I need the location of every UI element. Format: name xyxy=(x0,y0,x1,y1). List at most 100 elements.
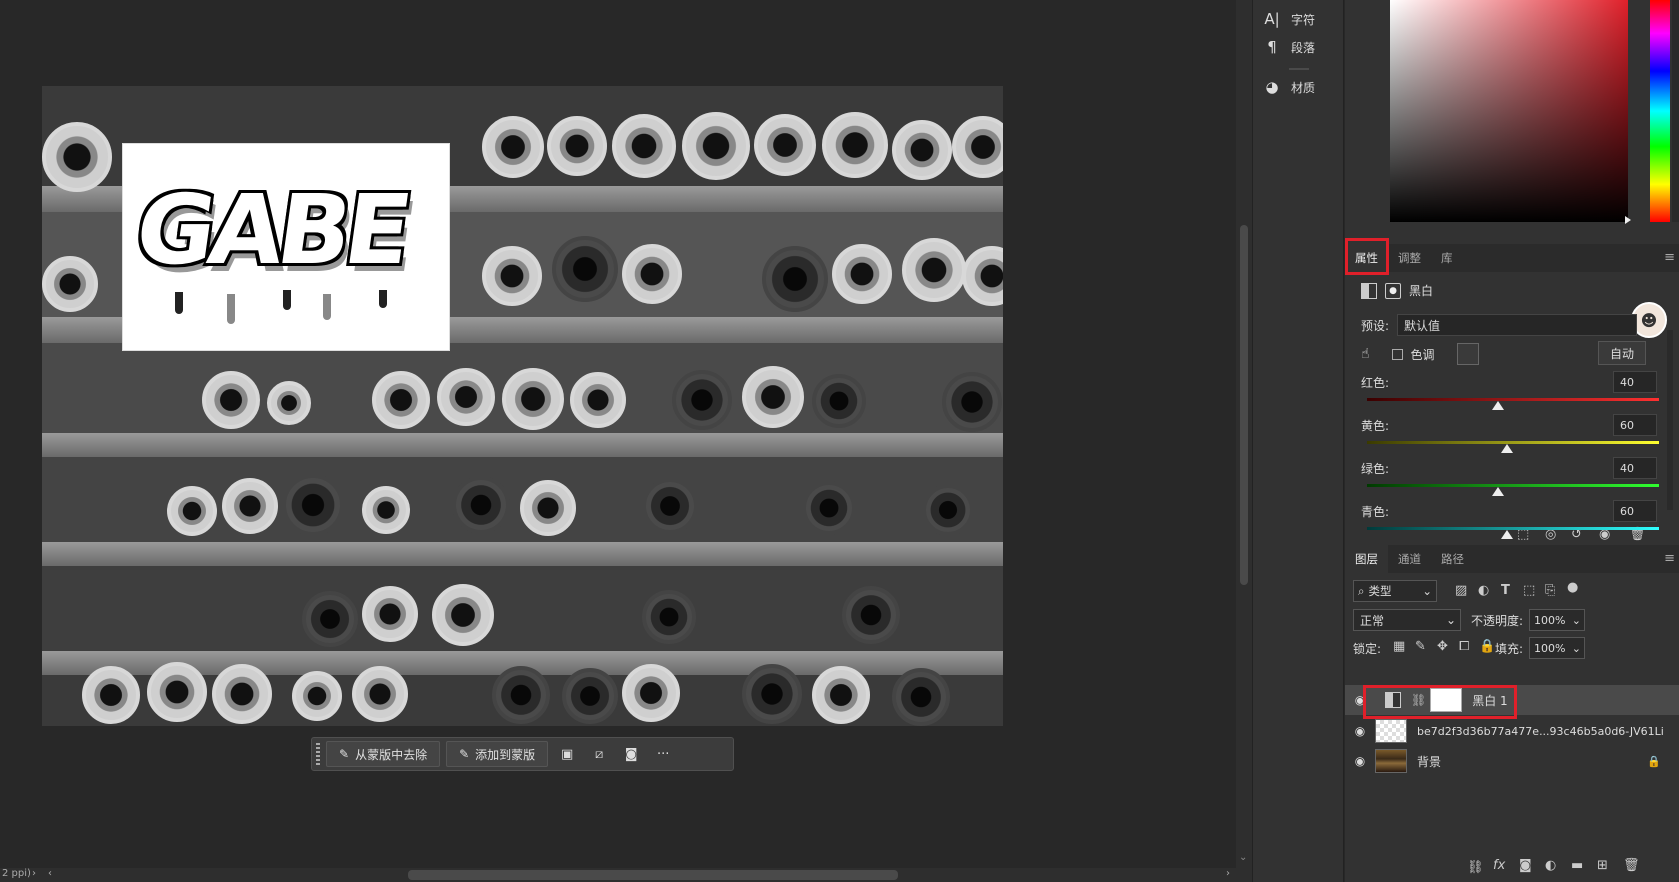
tab-paths[interactable]: 路径 xyxy=(1431,545,1474,573)
spool xyxy=(812,666,870,724)
delete-layer-icon[interactable]: 🗑 xyxy=(1623,858,1640,873)
tint-row: ☝ 色调 xyxy=(1361,343,1479,365)
layer-effects-icon[interactable]: fx xyxy=(1493,858,1505,873)
panel-dock: A| 字符 ¶ 段落 ◕ 材质 xyxy=(1252,0,1344,882)
status-arrow-icon[interactable]: › xyxy=(32,868,36,879)
slider-value-input[interactable]: 60 xyxy=(1613,500,1657,522)
spool xyxy=(222,478,278,534)
slider-thumb[interactable] xyxy=(1492,487,1505,496)
filter-pixel-icon[interactable]: ▨ xyxy=(1455,583,1467,598)
paragraph-icon: ¶ xyxy=(1267,38,1277,56)
spool xyxy=(802,481,856,535)
fill-input[interactable]: 100% ⌄ xyxy=(1529,637,1585,659)
opacity-input[interactable]: 100% ⌄ xyxy=(1529,609,1585,631)
mask-view-icon[interactable]: ◙ xyxy=(618,741,644,767)
tint-color-swatch[interactable] xyxy=(1456,343,1479,365)
slider-thumb[interactable] xyxy=(1501,444,1514,453)
dock-item-character[interactable]: A| 字符 xyxy=(1263,10,1315,28)
panel-scrollbar[interactable] xyxy=(1672,0,1679,222)
layers-menu-icon[interactable]: ≡ xyxy=(1664,551,1675,566)
mask-options-icon[interactable]: ▣ xyxy=(554,741,580,767)
graffiti-image-layer[interactable]: GABE xyxy=(122,143,450,351)
tab-layers[interactable]: 图层 xyxy=(1345,545,1388,573)
scroll-left-icon[interactable]: ‹ xyxy=(48,868,52,879)
dock-item-label: 字符 xyxy=(1291,12,1316,27)
spool xyxy=(832,244,892,304)
slider-thumb[interactable] xyxy=(1501,530,1514,539)
color-picker-field[interactable] xyxy=(1390,0,1628,222)
adjustment-header: ● 黑白 xyxy=(1361,282,1433,299)
add-to-mask-label: 添加到蒙版 xyxy=(475,747,536,762)
filter-shape-icon[interactable]: ⬚ xyxy=(1523,583,1535,598)
black-white-adjustment-icon[interactable] xyxy=(1361,282,1377,299)
panel-menu-icon[interactable]: ≡ xyxy=(1664,250,1675,265)
invert-mask-icon[interactable]: ⧄ xyxy=(586,741,612,767)
new-group-icon[interactable]: ▬ xyxy=(1571,858,1583,873)
eye-icon[interactable]: ◉ xyxy=(1345,754,1375,768)
preset-dropdown[interactable]: 默认值 xyxy=(1397,314,1638,336)
link-layers-icon[interactable]: ⛓ xyxy=(1467,860,1484,875)
mask-icon[interactable]: ● xyxy=(1385,282,1401,299)
preset-label: 预设: xyxy=(1361,318,1390,333)
layer-row-smart-object[interactable]: ◉ be7d2f3d36b77a477e...93c46b5a0d6-JV61L… xyxy=(1345,716,1679,746)
document-image[interactable]: GABE xyxy=(42,86,1003,726)
scroll-down-icon[interactable]: ⌄ xyxy=(1239,852,1247,863)
opacity-value: 100% xyxy=(1534,613,1566,627)
spool xyxy=(682,112,750,180)
spool xyxy=(922,484,974,536)
fill-value: 100% xyxy=(1534,641,1566,655)
slider-thumb[interactable] xyxy=(1492,401,1505,410)
filter-toggle-icon[interactable]: ● xyxy=(1567,580,1578,595)
paint-drip xyxy=(323,294,331,320)
add-mask-icon[interactable]: ◙ xyxy=(1519,858,1532,873)
targeted-adjustment-hand-icon[interactable]: ☝ xyxy=(1361,346,1370,362)
dock-item-label: 材质 xyxy=(1291,80,1316,95)
lock-position-icon[interactable]: ✥ xyxy=(1437,639,1448,654)
horizontal-scroll-thumb[interactable] xyxy=(408,870,898,880)
new-layer-icon[interactable]: ⊞ xyxy=(1597,858,1608,873)
tab-libraries[interactable]: 库 xyxy=(1431,244,1463,272)
auto-button[interactable]: 自动 xyxy=(1598,341,1646,365)
add-to-mask-button[interactable]: ✎ 添加到蒙版 xyxy=(446,741,549,767)
paint-drip xyxy=(283,290,291,310)
remove-from-mask-button[interactable]: ✎ 从蒙版中去除 xyxy=(326,741,441,767)
layer-filter-dropdown[interactable]: ⌕ 类型 ⌄ xyxy=(1353,580,1437,602)
remove-from-mask-label: 从蒙版中去除 xyxy=(355,747,428,762)
filter-type-icon[interactable]: T xyxy=(1501,583,1510,598)
vertical-scroll-thumb[interactable] xyxy=(1240,225,1248,585)
properties-tabbar: 属性 调整 库 ≡ xyxy=(1345,244,1679,272)
slider-value-input[interactable]: 40 xyxy=(1613,457,1657,479)
properties-scrollbar[interactable] xyxy=(1667,330,1673,510)
hue-slider[interactable] xyxy=(1650,0,1670,222)
tab-adjustments[interactable]: 调整 xyxy=(1388,244,1431,272)
highlight-box xyxy=(1345,238,1389,275)
more-options-icon[interactable]: ··· xyxy=(650,741,676,767)
auto-label: 自动 xyxy=(1609,346,1634,361)
spool xyxy=(302,591,358,647)
chevron-down-icon: ⌄ xyxy=(1422,584,1432,598)
spool xyxy=(432,584,494,646)
tab-channels[interactable]: 通道 xyxy=(1388,545,1431,573)
blend-mode-dropdown[interactable]: 正常 ⌄ xyxy=(1353,609,1461,631)
tint-checkbox[interactable] xyxy=(1391,348,1403,360)
slider-track[interactable] xyxy=(1367,398,1659,401)
dock-item-paragraph[interactable]: ¶ 段落 xyxy=(1263,38,1315,56)
canvas-area[interactable]: GABE ✎ 从蒙版中去除 ✎ 添加到蒙版 ▣ ⧄ ◙ ··· xyxy=(0,0,1236,870)
lock-all-icon[interactable]: 🔒 xyxy=(1479,639,1495,654)
slider-track[interactable] xyxy=(1367,484,1659,487)
filter-smart-object-icon[interactable]: ⎘ xyxy=(1545,583,1555,598)
lock-image-icon[interactable]: ✎ xyxy=(1415,639,1426,654)
dock-item-material[interactable]: ◕ 材质 xyxy=(1263,78,1315,96)
lock-transparency-icon[interactable]: ▦ xyxy=(1393,639,1405,654)
slider-value-input[interactable]: 60 xyxy=(1613,414,1657,436)
filter-adjustment-icon[interactable]: ◐ xyxy=(1478,583,1489,598)
scroll-right-icon[interactable]: › xyxy=(1226,868,1230,879)
spool xyxy=(952,116,1003,178)
slider-label: 绿色: xyxy=(1361,462,1390,476)
slider-value-input[interactable]: 40 xyxy=(1613,371,1657,393)
drag-handle[interactable] xyxy=(316,743,320,765)
new-adjustment-icon[interactable]: ◐ xyxy=(1545,858,1556,873)
layer-row-background[interactable]: ◉ 背景 🔒 xyxy=(1345,746,1679,776)
lock-artboard-icon[interactable]: ⧠ xyxy=(1459,639,1469,654)
eye-icon[interactable]: ◉ xyxy=(1345,724,1375,738)
